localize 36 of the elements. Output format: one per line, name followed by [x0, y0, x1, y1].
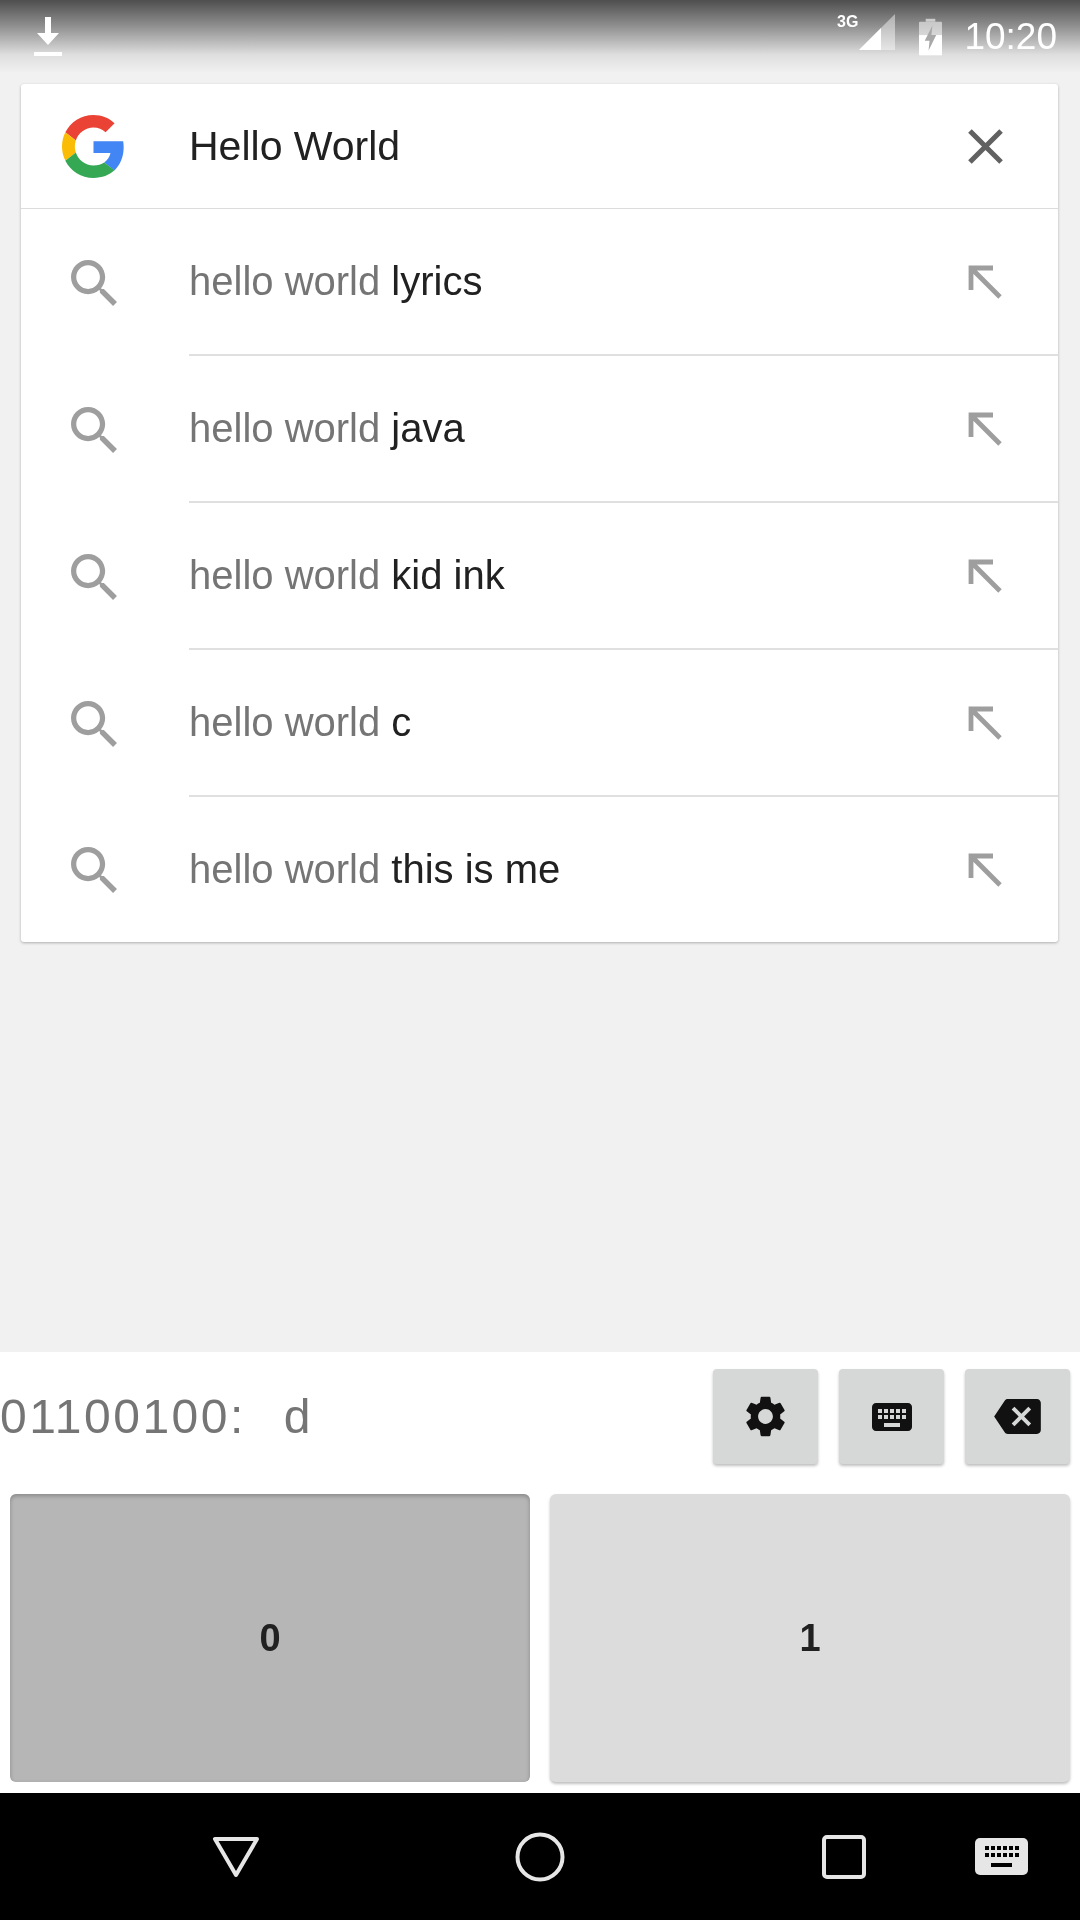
suggestion-text[interactable]: hello world lyrics	[189, 259, 968, 304]
suggestion-text[interactable]: hello world this is me	[189, 847, 968, 892]
battery-charging-icon	[919, 17, 943, 56]
backspace-icon	[994, 1399, 1041, 1434]
search-icon	[71, 846, 117, 893]
g-logo-icon	[62, 114, 125, 178]
composing-text: 01100100: d	[0, 1389, 314, 1444]
search-icon	[71, 700, 117, 747]
arrow-up-left-icon[interactable]	[968, 705, 1002, 740]
search-field[interactable]: Hello World	[189, 118, 948, 174]
keyboard-icon	[871, 1402, 912, 1431]
arrow-up-left-icon[interactable]	[968, 264, 1002, 299]
arrow-up-left-icon[interactable]	[968, 558, 1002, 593]
network-type-text: 3G	[837, 14, 859, 30]
keyboard-key[interactable]: 1	[550, 1494, 1070, 1782]
clock-text: 10:20	[964, 16, 1057, 57]
suggestion-text[interactable]: hello world kid ink	[189, 553, 968, 598]
search-icon	[71, 259, 117, 306]
arrow-up-left-icon[interactable]	[968, 411, 1002, 446]
suggestion-text[interactable]: hello world java	[189, 406, 968, 451]
close-icon[interactable]	[968, 128, 1003, 164]
download-icon	[33, 16, 63, 57]
settings-icon	[746, 1396, 785, 1437]
signal-icon	[859, 14, 896, 50]
backspace-button[interactable]	[965, 1369, 1070, 1464]
search-icon	[71, 406, 117, 453]
keyboard-icon[interactable]	[974, 1838, 1028, 1875]
search-icon	[71, 553, 117, 600]
back-icon[interactable]	[211, 1834, 261, 1879]
arrow-up-left-icon[interactable]	[968, 852, 1002, 887]
recents-icon[interactable]	[822, 1834, 866, 1879]
keyboard-key[interactable]: 0	[10, 1494, 530, 1782]
home-icon[interactable]	[515, 1831, 565, 1882]
switch-keyboard-button[interactable]	[839, 1369, 944, 1464]
suggestion-text[interactable]: hello world c	[189, 700, 968, 745]
settings-button[interactable]	[713, 1369, 818, 1464]
